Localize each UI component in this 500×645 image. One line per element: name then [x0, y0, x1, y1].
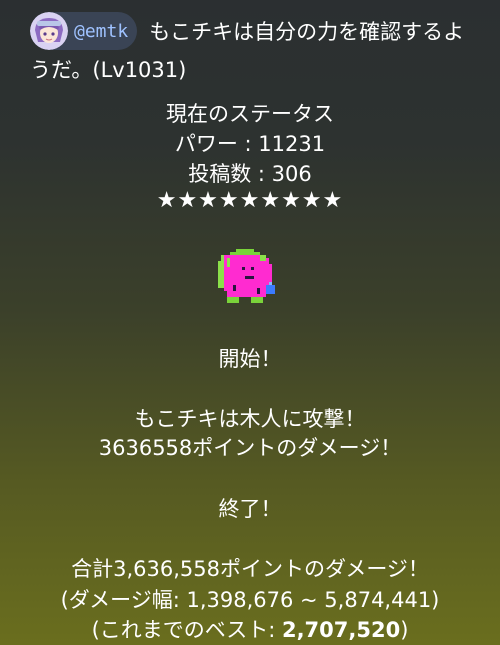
- battle-attack: もこチキは木人に攻撃！: [134, 407, 366, 431]
- battle-damage: 3636558ポイントのダメージ！: [98, 436, 402, 460]
- battle-total: 合計3,636,558ポイントのダメージ！: [71, 557, 429, 581]
- battle-range: (ダメージ幅: 1,398,676 ~ 5,874,441): [60, 588, 440, 612]
- post-text-line2: うだ。(Lv1031): [30, 58, 187, 82]
- pixel-monster-sprite: [218, 249, 275, 303]
- status-power: パワー : 11231: [174, 132, 326, 156]
- battle-best: (これまでのベスト: 2,707,520): [0, 614, 500, 644]
- post-text-line1: もこチキは自分の力を確認するよ: [149, 20, 465, 44]
- avatar-girl-icon: [30, 12, 68, 50]
- battle-end: 終了！: [218, 497, 282, 521]
- status-stars: ★★★★★★★★★: [156, 188, 344, 213]
- battle-start: 開始！: [218, 347, 282, 371]
- battle-best-prefix: (これまでのベスト:: [91, 618, 282, 642]
- status-post-count: 投稿数 : 306: [188, 162, 312, 186]
- battle-best-suffix: ): [400, 618, 409, 642]
- mention-handle: @emtk: [74, 20, 129, 42]
- post-header: @emtk もこチキは自分の力を確認するよ: [30, 12, 464, 50]
- battle-best-value: 2,707,520: [281, 618, 401, 642]
- mention-chip[interactable]: @emtk: [30, 12, 138, 50]
- post: @emtk もこチキは自分の力を確認するよ うだ。(Lv1031) 現在のステー…: [0, 0, 500, 645]
- status-title: 現在のステータス: [166, 102, 334, 126]
